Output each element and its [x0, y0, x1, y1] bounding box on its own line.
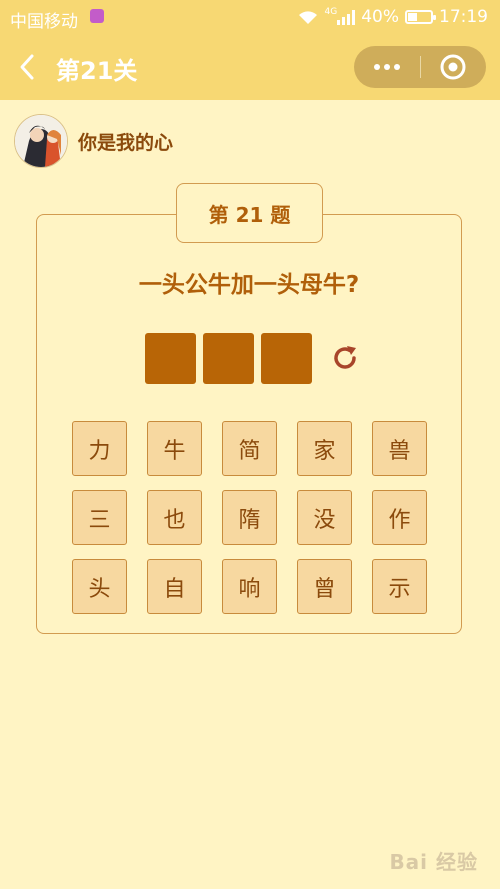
battery-fill: [408, 13, 417, 21]
status-right: 4G 40% 17:19: [297, 7, 488, 27]
watermark: Bai 经验: [389, 850, 478, 874]
answer-tile[interactable]: 作: [372, 490, 427, 545]
carrier-label: 中国移动: [10, 12, 78, 32]
answer-slot-1[interactable]: [145, 333, 196, 384]
wifi-icon: [298, 11, 317, 24]
answer-tile[interactable]: 响: [222, 559, 277, 614]
more-button[interactable]: [354, 46, 420, 88]
avatar-illustration-icon: [15, 115, 67, 167]
answer-tile[interactable]: 自: [147, 559, 202, 614]
answer-tile[interactable]: 牛: [147, 421, 202, 476]
network-label: 4G: [324, 7, 338, 17]
battery-icon: [405, 10, 436, 24]
status-bar: 中国移动 4G 40% 17:19: [0, 0, 500, 36]
answer-tile[interactable]: 隋: [222, 490, 277, 545]
sim-icon: [90, 9, 104, 23]
answer-slot-2[interactable]: [203, 333, 254, 384]
answer-slot-3[interactable]: [261, 333, 312, 384]
answer-tile[interactable]: 头: [72, 559, 127, 614]
battery-percent: 40%: [361, 7, 399, 27]
answer-tile[interactable]: 示: [372, 559, 427, 614]
avatar: [14, 114, 68, 168]
signal-icon: [337, 9, 356, 25]
top-bar: 中国移动 4G 40% 17:19 第21关: [0, 0, 500, 100]
more-dot-icon: [374, 64, 380, 70]
close-target-icon[interactable]: [420, 46, 486, 88]
answer-tile[interactable]: 也: [147, 490, 202, 545]
mini-program-capsule: [354, 46, 486, 88]
answer-tile[interactable]: 三: [72, 490, 127, 545]
answer-tile[interactable]: 家: [297, 421, 352, 476]
question-text: 一头公牛加一头母牛?: [138, 272, 360, 298]
answer-tile[interactable]: 兽: [372, 421, 427, 476]
more-dot-icon: [394, 64, 400, 70]
answer-tile[interactable]: 简: [222, 421, 277, 476]
page-title: 第21关: [56, 57, 138, 85]
user-name: 你是我的心: [78, 132, 174, 154]
back-icon[interactable]: [16, 52, 40, 82]
refresh-icon[interactable]: [330, 343, 360, 373]
answer-tile[interactable]: 力: [72, 421, 127, 476]
answer-tile[interactable]: 曾: [297, 559, 352, 614]
question-number-badge: 第 21 题: [176, 183, 323, 243]
answer-tile[interactable]: 没: [297, 490, 352, 545]
clock: 17:19: [439, 7, 488, 27]
more-dot-icon: [384, 64, 390, 70]
